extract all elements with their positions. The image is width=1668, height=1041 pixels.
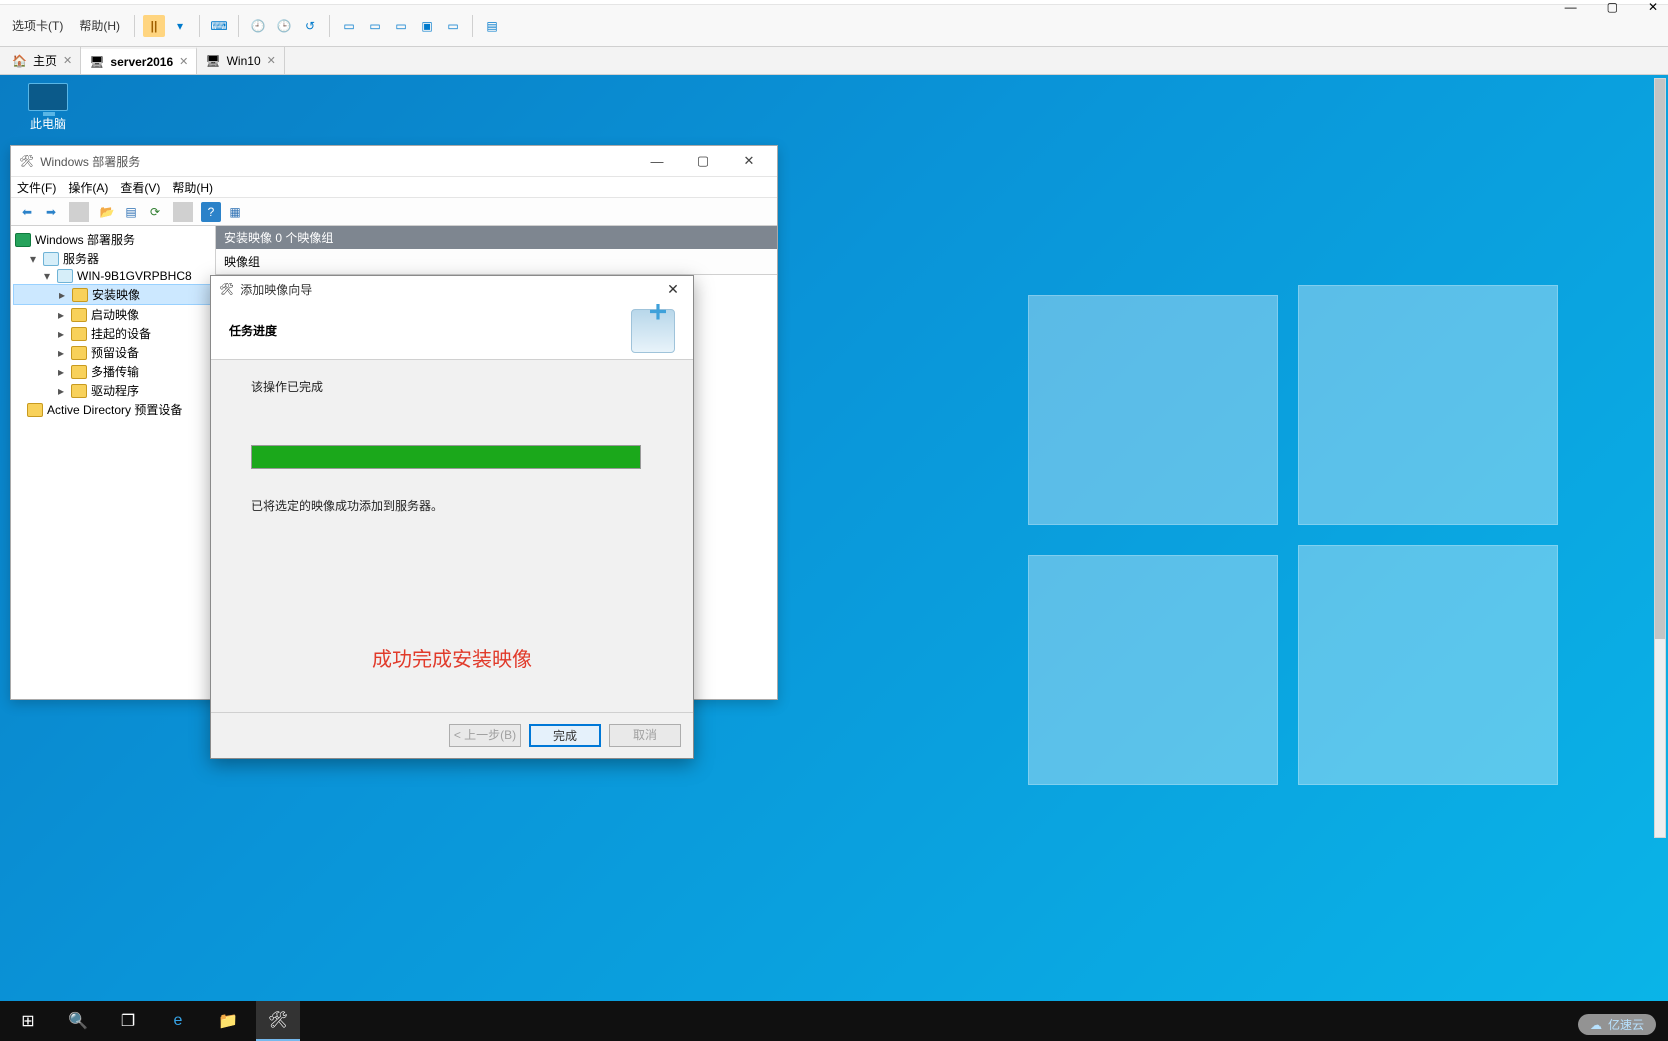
home-icon: 🏠 <box>12 54 27 68</box>
main-column-header[interactable]: 映像组 <box>216 249 777 275</box>
search-icon[interactable]: 🔍 <box>56 1001 100 1041</box>
wizard-title-text: 添加映像向导 <box>240 281 655 298</box>
wds-tree: Windows 部署服务 ▾服务器 ▾WIN-9B1GVRPBHC8 ▸安装映像… <box>11 226 216 699</box>
vm-icon: 🖥 <box>89 55 104 69</box>
vm-menubar: 选项卡(T) 帮助(H) || ▾ ⌨ 🕘 🕒 ↺ ▭ ▭ ▭ ▣ ▭ ▤ <box>0 5 1668 47</box>
wizard-heading: 任务进度 <box>229 322 277 339</box>
help-icon[interactable]: ? <box>201 202 221 222</box>
wds-titlebar[interactable]: 🛠 Windows 部署服务 — ▢ ✕ <box>11 146 777 176</box>
watermark-text: 亿速云 <box>1608 1016 1644 1033</box>
tree-servers[interactable]: ▾服务器 <box>13 249 213 268</box>
task-view-icon[interactable]: ❐ <box>106 1001 150 1041</box>
up-icon[interactable]: 📂 <box>97 202 117 222</box>
properties-icon[interactable]: ▦ <box>225 202 245 222</box>
this-pc-label: 此电脑 <box>18 115 78 132</box>
computer-icon <box>28 83 68 111</box>
tree-ad-prestage[interactable]: Active Directory 预置设备 <box>13 400 213 419</box>
taskbar: ⊞ 🔍 ❐ e 📁 🛠 <box>0 1001 1668 1041</box>
tab-home[interactable]: 🏠 主页 ✕ <box>4 47 81 74</box>
back-icon[interactable]: ⬅ <box>17 202 37 222</box>
tree-server-node[interactable]: ▾WIN-9B1GVRPBHC8 <box>13 268 213 284</box>
forward-icon[interactable]: ➡ <box>41 202 61 222</box>
pause-icon[interactable]: || <box>143 15 165 37</box>
cloud-icon: ☁ <box>1590 1018 1602 1032</box>
add-image-wizard: 🛠 添加映像向导 ✕ 任务进度 该操作已完成 已将选定的映像成功添加到服务器。 … <box>210 275 694 759</box>
menu-tabs[interactable]: 选项卡(T) <box>6 15 69 36</box>
wds-title-text: Windows 部署服务 <box>40 153 631 170</box>
explorer-icon[interactable]: 📁 <box>206 1001 250 1041</box>
vm-tabbar: 🏠 主页 ✕ 🖥 server2016 ✕ 🖥 Win10 ✕ <box>0 47 1668 75</box>
close-button[interactable]: ✕ <box>1648 0 1658 14</box>
guest-desktop: 此电脑 🛠 Windows 部署服务 — ▢ ✕ 文件(F) 操作(A) 查看(… <box>0 75 1668 1041</box>
minimize-button[interactable]: — <box>637 154 677 169</box>
menu-action[interactable]: 操作(A) <box>68 179 108 196</box>
wizard-icon: 🛠 <box>219 282 234 296</box>
tab-server2016[interactable]: 🖥 server2016 ✕ <box>81 47 197 74</box>
send-keys-icon[interactable]: ⌨ <box>208 15 230 37</box>
wds-toolbar: ⬅ ➡ 📂 ▤ ⟳ ? ▦ <box>11 198 777 226</box>
close-button[interactable]: ✕ <box>661 281 685 298</box>
close-icon[interactable]: ✕ <box>179 55 188 68</box>
maximize-button[interactable]: ▢ <box>1607 0 1618 14</box>
main-header: 安装映像 0 个映像组 <box>216 226 777 249</box>
dropdown-icon[interactable]: ▾ <box>169 15 191 37</box>
close-icon[interactable]: ✕ <box>63 54 72 67</box>
annotation-text: 成功完成安装映像 <box>211 643 693 672</box>
menu-file[interactable]: 文件(F) <box>17 179 56 196</box>
vm-icon: 🖥 <box>205 54 220 68</box>
scrollbar-thumb[interactable] <box>1655 79 1665 639</box>
tree-install-images[interactable]: ▸安装映像 <box>13 284 213 305</box>
maximize-button[interactable]: ▢ <box>683 153 723 169</box>
watermark-badge: ☁ 亿速云 <box>1578 1014 1656 1035</box>
tree-multicast[interactable]: ▸多播传输 <box>13 362 213 381</box>
tree-prestaged-devices[interactable]: ▸预留设备 <box>13 343 213 362</box>
tab-win10[interactable]: 🖥 Win10 ✕ <box>197 47 284 74</box>
tab-label: server2016 <box>110 55 173 69</box>
wizard-footer: < 上一步(B) 完成 取消 <box>211 712 693 758</box>
menu-view[interactable]: 查看(V) <box>120 179 160 196</box>
refresh-icon[interactable]: ⟳ <box>145 202 165 222</box>
fullscreen-icon[interactable]: ▭ <box>442 15 464 37</box>
operation-done-text: 该操作已完成 <box>251 378 653 395</box>
package-icon <box>631 309 675 353</box>
progress-bar-fill <box>252 446 640 468</box>
menu-help[interactable]: 帮助(H) <box>172 179 213 196</box>
finish-button[interactable]: 完成 <box>529 724 601 747</box>
unity-icon[interactable]: ▣ <box>416 15 438 37</box>
wizard-body: 该操作已完成 已将选定的映像成功添加到服务器。 成功完成安装映像 <box>211 360 693 712</box>
revert-icon[interactable]: ↺ <box>299 15 321 37</box>
windows-logo-background <box>988 255 1668 905</box>
wds-task-icon[interactable]: 🛠 <box>256 1001 300 1041</box>
wds-menubar: 文件(F) 操作(A) 查看(V) 帮助(H) <box>11 176 777 198</box>
list-icon[interactable]: ▤ <box>121 202 141 222</box>
tree-pending-devices[interactable]: ▸挂起的设备 <box>13 324 213 343</box>
back-button: < 上一步(B) <box>449 724 521 747</box>
menu-help[interactable]: 帮助(H) <box>73 15 126 36</box>
tree-drivers[interactable]: ▸驱动程序 <box>13 381 213 400</box>
tree-root[interactable]: Windows 部署服务 <box>13 230 213 249</box>
tree-boot-images[interactable]: ▸启动映像 <box>13 305 213 324</box>
close-button[interactable]: ✕ <box>729 153 769 169</box>
progress-bar <box>251 445 641 469</box>
outer-scrollbar[interactable] <box>1654 78 1666 838</box>
wizard-titlebar[interactable]: 🛠 添加映像向导 ✕ <box>211 276 693 302</box>
wizard-header: 任务进度 <box>211 302 693 360</box>
minimize-button[interactable]: — <box>1565 0 1577 14</box>
cancel-button: 取消 <box>609 724 681 747</box>
snapshot-manager-icon[interactable]: 🕒 <box>273 15 295 37</box>
outer-window-controls: — ▢ ✕ <box>1565 0 1658 14</box>
ie-icon[interactable]: e <box>156 1001 200 1041</box>
snapshot-icon[interactable]: 🕘 <box>247 15 269 37</box>
view-mode1-icon[interactable]: ▭ <box>338 15 360 37</box>
tab-label: 主页 <box>33 52 57 69</box>
this-pc-icon[interactable]: 此电脑 <box>18 83 78 132</box>
app-icon: 🛠 <box>19 154 34 168</box>
added-success-text: 已将选定的映像成功添加到服务器。 <box>251 497 653 514</box>
view-mode3-icon[interactable]: ▭ <box>390 15 412 37</box>
view-mode2-icon[interactable]: ▭ <box>364 15 386 37</box>
tab-label: Win10 <box>227 54 261 68</box>
library-icon[interactable]: ▤ <box>481 15 503 37</box>
close-icon[interactable]: ✕ <box>267 54 276 67</box>
start-button[interactable]: ⊞ <box>6 1001 50 1041</box>
